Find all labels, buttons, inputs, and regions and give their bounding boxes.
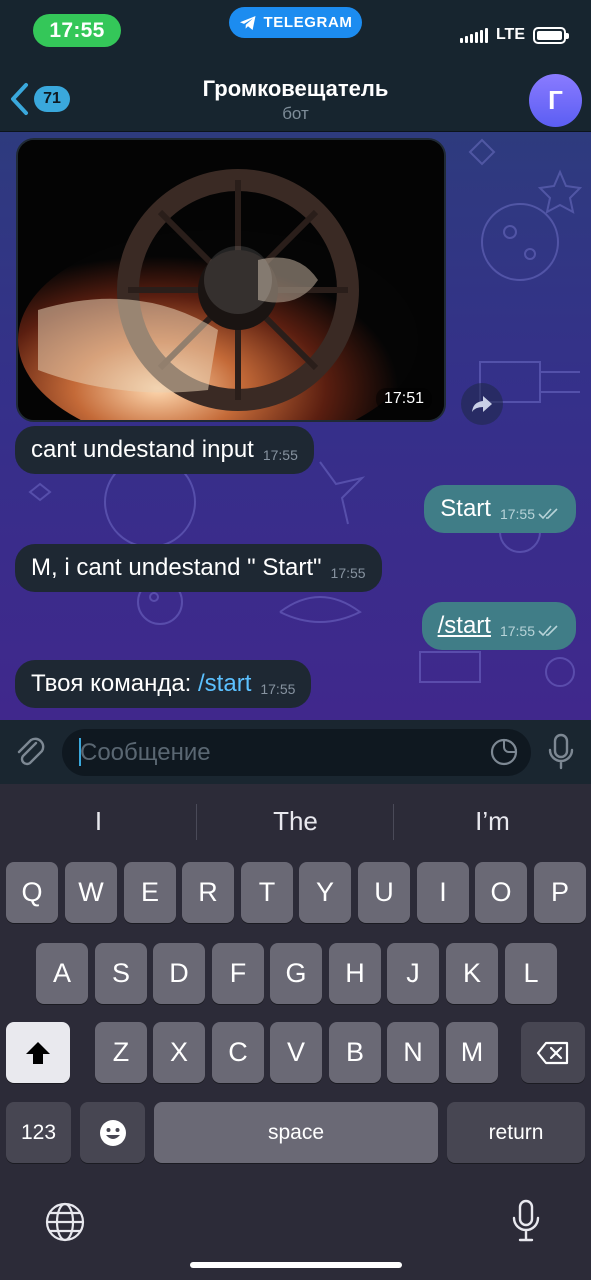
key-r[interactable]: R	[182, 862, 234, 923]
message-time: 17:55	[499, 506, 535, 522]
message-outgoing[interactable]: /start 17:55	[421, 602, 576, 650]
key-q[interactable]: Q	[6, 862, 58, 923]
read-checks-icon	[538, 625, 558, 637]
suggestion-3[interactable]: I’m	[394, 806, 591, 837]
key-n[interactable]: N	[387, 1022, 439, 1083]
space-key[interactable]: space	[154, 1102, 438, 1163]
key-j[interactable]: J	[387, 943, 439, 1004]
chat-header: 17:55 TELEGRAM LTE 71 Громковещатель бот…	[0, 0, 591, 132]
command-link[interactable]: /start	[198, 670, 251, 698]
message-list[interactable]: 17:51 cant undestand input 17:55 Start 1…	[0, 132, 591, 720]
message-input[interactable]	[62, 729, 531, 776]
space-key-label: space	[267, 1120, 325, 1144]
key-s[interactable]: S	[95, 943, 147, 1004]
numbers-key[interactable]: 123	[6, 1102, 71, 1163]
app-pill-label: TELEGRAM	[263, 14, 353, 31]
telegram-icon	[239, 15, 256, 30]
keyboard: I The I’m Q W E R T Y U I O P A S D F G …	[0, 784, 591, 1280]
key-z[interactable]: Z	[95, 1022, 147, 1083]
key-f[interactable]: F	[212, 943, 264, 1004]
suggestion-1[interactable]: I	[0, 806, 197, 837]
back-chevron-icon	[11, 83, 28, 115]
backspace-icon	[536, 1041, 569, 1064]
key-c[interactable]: C	[212, 1022, 264, 1083]
return-key[interactable]: return	[447, 1102, 585, 1163]
media-timestamp: 17:51	[375, 388, 432, 410]
key-b[interactable]: B	[329, 1022, 381, 1083]
unread-count-badge: 71	[34, 86, 70, 112]
message-time: 17:55	[499, 623, 535, 639]
key-t[interactable]: T	[241, 862, 293, 923]
mic-icon[interactable]	[547, 733, 575, 771]
key-x[interactable]: X	[153, 1022, 205, 1083]
share-icon	[472, 396, 492, 412]
key-v[interactable]: V	[270, 1022, 322, 1083]
key-k[interactable]: K	[446, 943, 498, 1004]
key-w[interactable]: W	[65, 862, 117, 923]
message-time: 17:55	[262, 447, 298, 463]
message-time: 17:55	[260, 681, 296, 697]
message-incoming[interactable]: Твоя команда: /start 17:55	[15, 660, 312, 708]
attach-icon[interactable]	[12, 734, 48, 770]
message-text: M, i cant undestand " Start"	[31, 554, 322, 581]
share-button[interactable]	[461, 383, 503, 425]
video-message[interactable]: 17:51	[16, 138, 446, 422]
chat-subtitle: бот	[282, 104, 309, 123]
return-key-label: return	[488, 1120, 544, 1144]
numbers-key-label: 123	[20, 1120, 57, 1144]
status-indicators: LTE	[459, 26, 569, 44]
message-incoming[interactable]: M, i cant undestand " Start" 17:55	[15, 544, 382, 592]
back-button[interactable]: 71	[8, 82, 70, 116]
signal-icon	[459, 27, 488, 43]
message-text: Start	[440, 495, 491, 522]
video-thumbnail	[18, 140, 444, 420]
message-text: cant undestand input	[31, 436, 254, 463]
key-g[interactable]: G	[270, 943, 322, 1004]
battery-icon	[533, 26, 569, 44]
shift-key[interactable]	[6, 1022, 70, 1083]
emoji-icon	[99, 1119, 126, 1146]
backspace-key[interactable]	[521, 1022, 585, 1083]
read-checks-icon	[538, 508, 558, 520]
message-text: Твоя команда:	[31, 670, 199, 697]
text-caret	[79, 738, 81, 766]
suggestion-2[interactable]: The	[197, 806, 394, 837]
key-h[interactable]: H	[329, 943, 381, 1004]
key-p[interactable]: P	[534, 862, 586, 923]
key-y[interactable]: Y	[299, 862, 351, 923]
status-time: 17:55	[33, 14, 121, 47]
key-m[interactable]: M	[446, 1022, 498, 1083]
key-e[interactable]: E	[124, 862, 176, 923]
key-i[interactable]: I	[417, 862, 469, 923]
key-a[interactable]: A	[36, 943, 88, 1004]
message-time: 17:55	[330, 565, 366, 581]
avatar[interactable]: Г	[529, 74, 582, 127]
dictation-icon[interactable]	[511, 1199, 541, 1243]
command-link[interactable]: /start	[438, 612, 491, 640]
home-indicator	[190, 1262, 402, 1268]
key-u[interactable]: U	[358, 862, 410, 923]
key-l[interactable]: L	[505, 943, 557, 1004]
key-d[interactable]: D	[153, 943, 205, 1004]
suggestion-bar: I The I’m	[0, 784, 591, 856]
chat-title[interactable]: Громковещатель	[140, 76, 451, 102]
emoji-key[interactable]	[80, 1102, 145, 1163]
shift-icon	[26, 1041, 50, 1064]
globe-icon[interactable]	[44, 1201, 86, 1243]
message-outgoing[interactable]: Start 17:55	[424, 485, 576, 533]
key-o[interactable]: O	[475, 862, 527, 923]
network-type: LTE	[495, 26, 525, 43]
composer	[0, 720, 591, 784]
telegram-pill[interactable]: TELEGRAM	[229, 7, 362, 38]
message-incoming[interactable]: cant undestand input 17:55	[15, 426, 314, 474]
sticker-icon[interactable]	[489, 737, 519, 767]
